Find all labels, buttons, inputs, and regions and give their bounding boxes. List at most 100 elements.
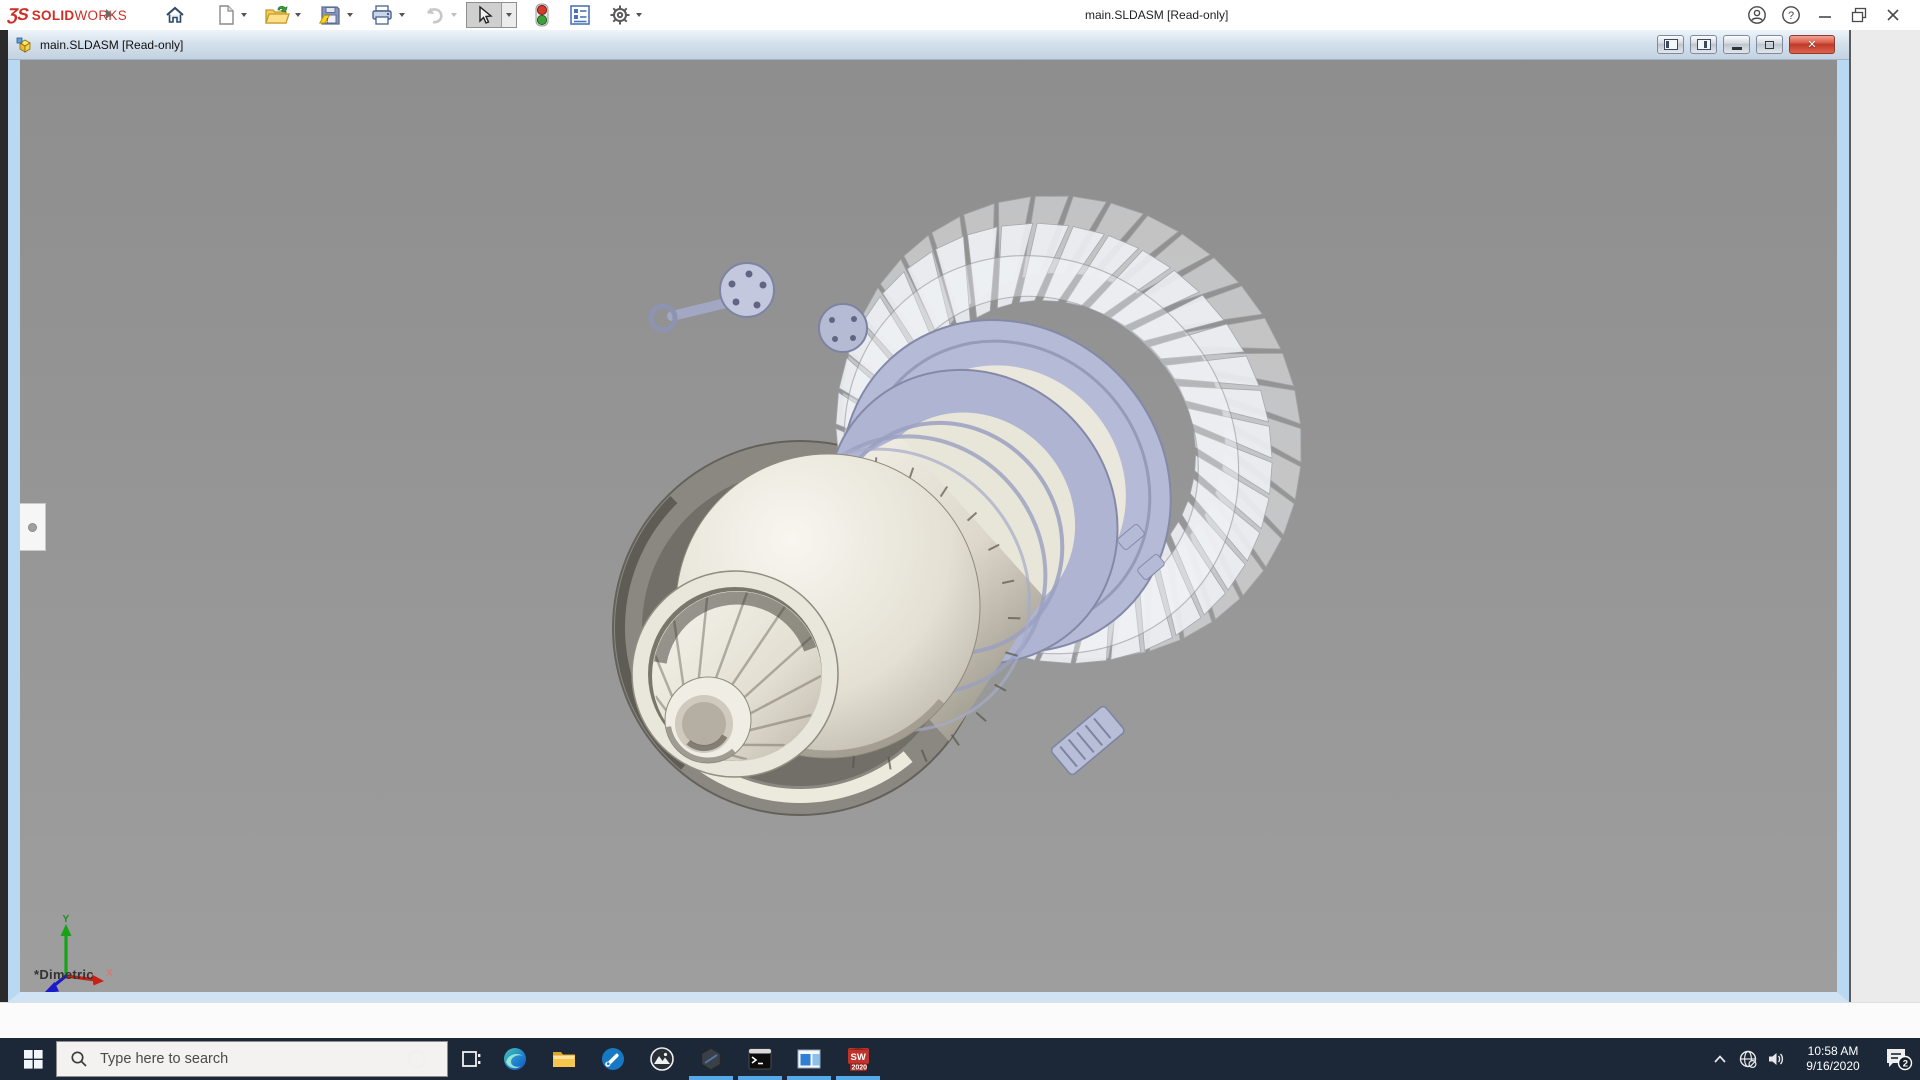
network-globe-icon <box>1739 1050 1757 1069</box>
right-pane-icon <box>1696 39 1711 50</box>
file-explorer-icon <box>553 1052 575 1067</box>
manifold-block <box>1050 705 1125 776</box>
running-indicator <box>787 1076 831 1080</box>
child-window-edge <box>0 30 8 1002</box>
minimize-icon <box>1819 16 1831 18</box>
undo-button[interactable] <box>418 2 450 28</box>
undo-icon <box>426 7 443 24</box>
select-tool-group <box>466 2 517 28</box>
restore-icon <box>1851 7 1867 23</box>
system-tray: 10:58 AM 9/16/2020 2 <box>1706 1038 1920 1080</box>
taskbar-support-button[interactable] <box>590 1038 636 1080</box>
account-button[interactable] <box>1740 0 1774 30</box>
doc-minimize-icon <box>1731 46 1742 50</box>
app-titlebar: ƷS SOLID WORKS ! main.SLDASM [Read-only]… <box>0 0 1920 31</box>
svg-text:SW: SW <box>850 1052 865 1063</box>
save-dropdown[interactable] <box>347 13 353 17</box>
new-document-dropdown[interactable] <box>241 13 247 17</box>
child-window-outline <box>1849 30 1851 1002</box>
app-background <box>1851 30 1920 1002</box>
app-title: main.SLDASM [Read-only] <box>1085 8 1229 22</box>
speaker-icon <box>1769 1053 1784 1065</box>
windows-taskbar: Type here to search SW 2020 10:58 AM 9/1… <box>0 1038 1920 1080</box>
tray-chevron-button[interactable] <box>1706 1038 1734 1080</box>
taskbar-hexagon-app-button[interactable] <box>688 1038 734 1080</box>
solidworks-logo-glyph: ƷS <box>6 5 30 24</box>
bolt-flange <box>818 303 868 353</box>
svg-text:2020: 2020 <box>851 1064 867 1071</box>
save-button[interactable]: ! <box>314 2 346 28</box>
taskbar-photos-button[interactable] <box>639 1038 685 1080</box>
doc-restore-icon <box>1765 40 1774 49</box>
document-frame: Y X *Dimetric <box>8 60 1849 1002</box>
restore-button[interactable] <box>1842 0 1876 30</box>
print-button[interactable] <box>366 2 398 28</box>
settings-button[interactable] <box>605 2 635 28</box>
settings-dropdown[interactable] <box>636 13 642 17</box>
jet-engine-model[interactable]: Y X <box>20 60 1837 992</box>
selection-filter-button[interactable] <box>531 2 553 28</box>
photos-mountain-icon <box>650 1047 674 1071</box>
taskbar-edge-button[interactable] <box>492 1038 538 1080</box>
solidworks-2020-icon: SW 2020 <box>847 1047 869 1071</box>
running-indicator <box>836 1076 880 1080</box>
print-icon <box>372 5 392 25</box>
open-document-button[interactable] <box>260 2 294 28</box>
tray-volume-button[interactable] <box>1762 1038 1790 1080</box>
properties-list-icon <box>570 5 590 25</box>
start-button[interactable] <box>10 1038 56 1080</box>
cortana-button[interactable] <box>394 1038 440 1080</box>
tray-clock[interactable]: 10:58 AM 9/16/2020 <box>1790 1044 1876 1074</box>
task-view-button[interactable] <box>448 1038 494 1080</box>
window-controls: ? <box>1740 0 1910 30</box>
close-button[interactable] <box>1876 0 1910 30</box>
chevron-up-icon <box>1714 1055 1726 1063</box>
document-window-buttons: ✕ <box>1657 35 1835 54</box>
traffic-light-icon <box>535 3 549 27</box>
taskbar-solidworks-button[interactable]: SW 2020 <box>835 1038 881 1080</box>
svg-text:!: ! <box>326 18 328 25</box>
taskbar-app-window-button[interactable] <box>786 1038 832 1080</box>
quick-toolbar: ! <box>132 0 645 30</box>
save-floppy-icon: ! <box>318 6 340 25</box>
notification-center-button[interactable]: 2 <box>1876 1038 1920 1080</box>
svg-text:?: ? <box>1788 10 1794 22</box>
undo-dropdown[interactable] <box>451 13 457 17</box>
taskbar-explorer-button[interactable] <box>541 1038 587 1080</box>
task-view-icon <box>462 1051 481 1067</box>
feature-pane-splitter[interactable] <box>20 503 46 551</box>
account-icon <box>1748 6 1766 24</box>
cortana-icon <box>407 1049 427 1069</box>
doc-minimize-button[interactable] <box>1723 35 1750 54</box>
triad-y-label: Y <box>63 914 70 925</box>
help-icon: ? <box>1782 6 1800 24</box>
graphics-viewport[interactable]: Y X *Dimetric <box>20 60 1837 992</box>
toggle-right-pane-button[interactable] <box>1690 35 1717 54</box>
taskbar-cmd-button[interactable] <box>737 1038 783 1080</box>
home-button[interactable] <box>160 2 190 28</box>
running-indicator <box>689 1076 733 1080</box>
menu-flyout-arrow-icon[interactable] <box>106 9 112 19</box>
doc-restore-button[interactable] <box>1756 35 1783 54</box>
app-window-icon <box>797 1049 821 1069</box>
tray-date: 9/16/2020 <box>1806 1059 1860 1073</box>
minimize-button[interactable] <box>1808 0 1842 30</box>
help-button[interactable]: ? <box>1774 0 1808 30</box>
left-pane-icon <box>1663 39 1678 50</box>
toggle-left-pane-button[interactable] <box>1657 35 1684 54</box>
tray-network-button[interactable] <box>1734 1038 1762 1080</box>
select-tool-dropdown[interactable] <box>501 3 516 27</box>
open-document-dropdown[interactable] <box>295 13 301 17</box>
doc-close-button[interactable]: ✕ <box>1789 35 1835 54</box>
running-indicator <box>738 1076 782 1080</box>
wrench-circle-icon <box>602 1048 624 1070</box>
document-titlebar[interactable]: main.SLDASM [Read-only] ✕ <box>8 30 1849 60</box>
triad-x-label: X <box>106 968 113 979</box>
cursor-arrow-icon <box>479 5 493 24</box>
print-dropdown[interactable] <box>399 13 405 17</box>
taskbar-search[interactable]: Type here to search <box>56 1041 448 1077</box>
new-document-icon <box>219 5 234 25</box>
properties-button[interactable] <box>565 2 595 28</box>
new-document-button[interactable] <box>212 2 240 28</box>
select-tool-button[interactable] <box>467 2 501 28</box>
